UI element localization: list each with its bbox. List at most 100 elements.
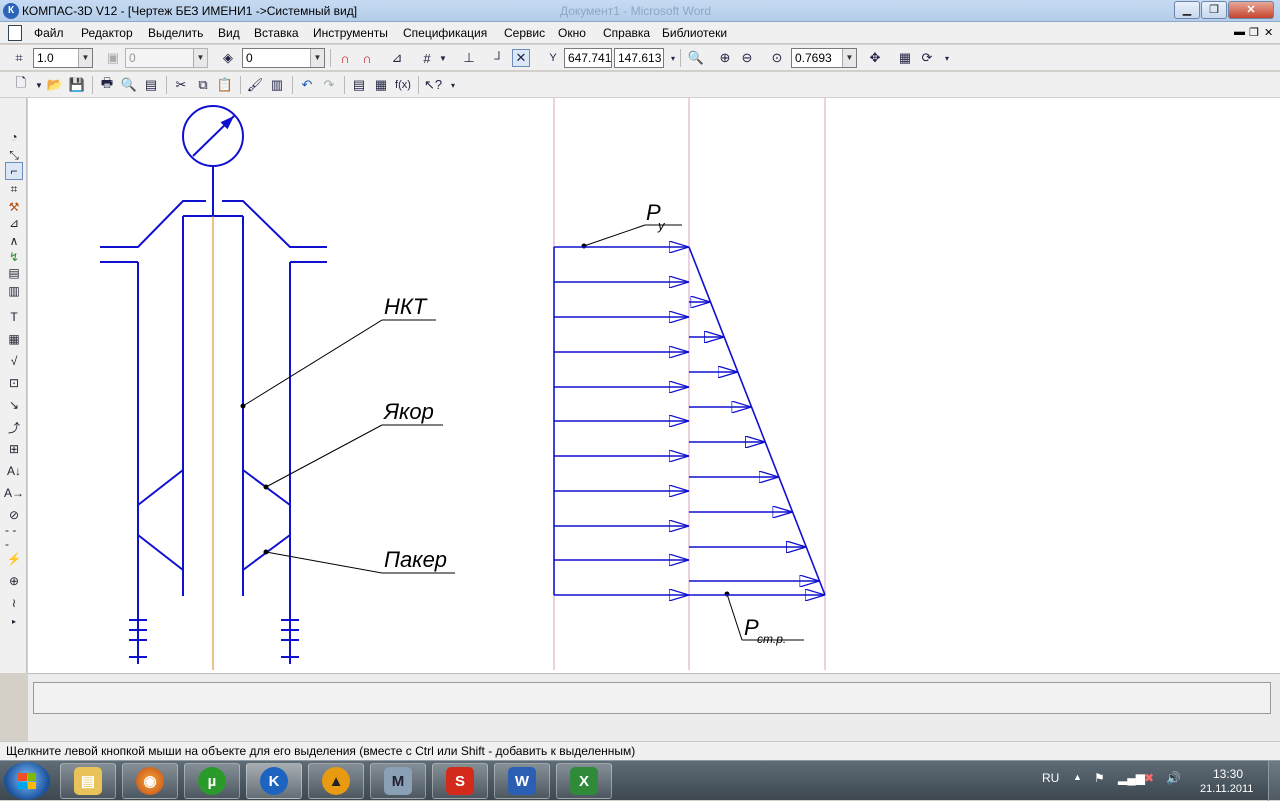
toolbar-more-icon[interactable]: ▾ [444,76,462,94]
local-snap-icon[interactable]: ∩ [358,49,376,67]
zoom-in-icon[interactable]: ⊕ [716,49,734,67]
dashed-line-icon[interactable]: - - - [5,523,23,551]
flag-tray-icon[interactable]: ⚑ [1094,771,1105,785]
taskbar-excel[interactable]: X [556,763,612,799]
designations-icon[interactable]: ⌐ [5,162,23,180]
zoom-all-icon[interactable]: ▦ [896,49,914,67]
clock-date[interactable]: 21.11.2011 [1200,783,1253,795]
taskbar-explorer[interactable]: ▤ [60,763,116,799]
menu-window[interactable]: Окно [558,26,586,40]
zoom-scale-icon[interactable]: ⊙ [768,49,786,67]
clock-time[interactable]: 13:30 [1213,767,1243,781]
copy-icon[interactable]: ⧉ [194,76,212,94]
maximize-button[interactable]: ❐ [1201,1,1227,19]
zoom-window-icon[interactable]: 🔍 [687,49,705,67]
format-brush-icon[interactable]: 🖌 [246,76,264,94]
drawing-canvas[interactable]: НКТ Якор Пакер P у P ст.р. [28,98,1280,673]
reports-icon[interactable]: ▥ [5,282,23,300]
tray-expand-icon[interactable]: ▲ [1073,772,1082,782]
document-icon[interactable] [8,25,22,41]
menu-insert[interactable]: Вставка [254,26,299,40]
show-desktop-button[interactable] [1268,761,1280,801]
base-icon[interactable]: ⊡ [5,374,23,392]
redo-icon[interactable]: ↷ [320,76,338,94]
save-icon[interactable]: 💾 [68,76,86,94]
property-panel [28,673,1280,741]
menu-service[interactable]: Сервис [504,26,545,40]
taskbar-solidworks[interactable]: S [432,763,488,799]
toolbar-more-icon[interactable]: ▸ [5,612,23,630]
network-icon[interactable]: ▂▄▆ [1118,771,1145,785]
mdi-close-icon[interactable]: ✕ [1264,26,1273,39]
taskbar-utorrent[interactable]: µ [184,763,240,799]
view-arrow-icon[interactable]: A→ [4,484,24,502]
orthogonal-icon[interactable]: ⊿ [388,49,406,67]
undo-icon[interactable]: ↶ [298,76,316,94]
minimize-button[interactable]: ▁ [1174,1,1200,19]
properties-icon[interactable]: ▤ [142,76,160,94]
open-icon[interactable]: 📂 [46,76,64,94]
variables-icon[interactable]: ▦ [372,76,390,94]
snap-magnet-icon[interactable]: ∩ [336,49,354,67]
toolbar-more-icon[interactable]: ▾ [938,49,956,67]
leader-icon[interactable]: ↘ [5,396,23,414]
menu-specification[interactable]: Спецификация [403,26,487,40]
scale-combo[interactable]: 1.0 ▼ [33,48,93,68]
local-cs-icon[interactable]: ⊥ [460,49,478,67]
print-icon[interactable]: 🖶 [98,75,116,94]
edit-icon[interactable]: ⌗ [5,180,23,198]
cut-icon[interactable]: ✂ [172,76,190,94]
ortho-mode-icon[interactable]: ┘ [490,49,508,67]
style-combo[interactable]: 0 ▼ [242,48,325,68]
zoom-out-icon[interactable]: ⊖ [738,49,756,67]
volume-icon[interactable]: 🔊 [1166,771,1181,785]
function-icon[interactable]: f(x) [394,76,412,94]
language-indicator[interactable]: RU [1042,771,1059,785]
position-leader-icon[interactable]: ⤴ [5,418,23,436]
measure-icon[interactable]: ⊿ [5,214,23,232]
taskbar-firefox[interactable]: ◉ [122,763,178,799]
step-icon[interactable]: ⌗ [10,49,28,67]
coord-y-field[interactable]: 147.613 [614,48,664,68]
power-icon[interactable]: ✖ [1144,771,1154,785]
pan-icon[interactable]: ✥ [866,49,884,67]
taskbar-mathcad[interactable]: M [370,763,426,799]
menu-edit[interactable]: Редактор [81,26,133,40]
mdi-minimize-icon[interactable]: ▬ [1234,26,1245,38]
menu-view[interactable]: Вид [218,26,240,40]
manager-icon[interactable]: ▥ [268,76,286,94]
tolerance-icon[interactable]: ⊞ [5,440,23,458]
paste-icon[interactable]: 📋 [216,76,234,94]
mdi-restore-icon[interactable]: ❐ [1249,26,1259,39]
menu-help[interactable]: Справка [603,26,650,40]
start-button[interactable] [4,762,50,800]
cut-line-icon[interactable]: ⊘ [5,506,23,524]
close-button[interactable]: ✕ [1228,1,1274,19]
geometry-icon[interactable]: ◔ [5,128,23,146]
menu-libraries[interactable]: Библиотеки [662,26,727,40]
help-cursor-icon[interactable]: ↖? [424,76,442,94]
round-icon[interactable]: ✕ [512,49,530,67]
zoom-combo[interactable]: 0.7693 ▼ [791,48,857,68]
taskbar-word[interactable]: W [494,763,550,799]
menu-select[interactable]: Выделить [148,26,203,40]
taskbar-aimp[interactable]: ▲ [308,763,364,799]
text-icon[interactable]: T [5,308,23,326]
menu-tools[interactable]: Инструменты [313,26,388,40]
wave-line-icon[interactable]: ≀ [5,594,23,612]
tree-icon[interactable]: ▤ [350,76,368,94]
flash-icon[interactable]: ⚡ [5,550,23,568]
preview-icon[interactable]: 🔍 [120,76,138,94]
grid-dropdown-icon[interactable]: ▼ [434,49,452,67]
style-icon[interactable]: ◈ [219,49,237,67]
menu-file[interactable]: Файл [34,26,64,40]
refresh-icon[interactable]: ⟳ [918,49,936,67]
coord-x-field[interactable]: 647.741 [564,48,612,68]
spec-icon[interactable]: ▤ [5,264,23,282]
taskbar-kompas[interactable]: K [246,763,302,799]
mark-icon[interactable]: A↓ [5,462,23,480]
table-icon[interactable]: ▦ [5,330,23,348]
center-mark-icon[interactable]: ⊕ [5,572,23,590]
new-file-icon[interactable]: 🗋 [12,75,30,94]
roughness-icon[interactable]: √ [5,352,23,370]
